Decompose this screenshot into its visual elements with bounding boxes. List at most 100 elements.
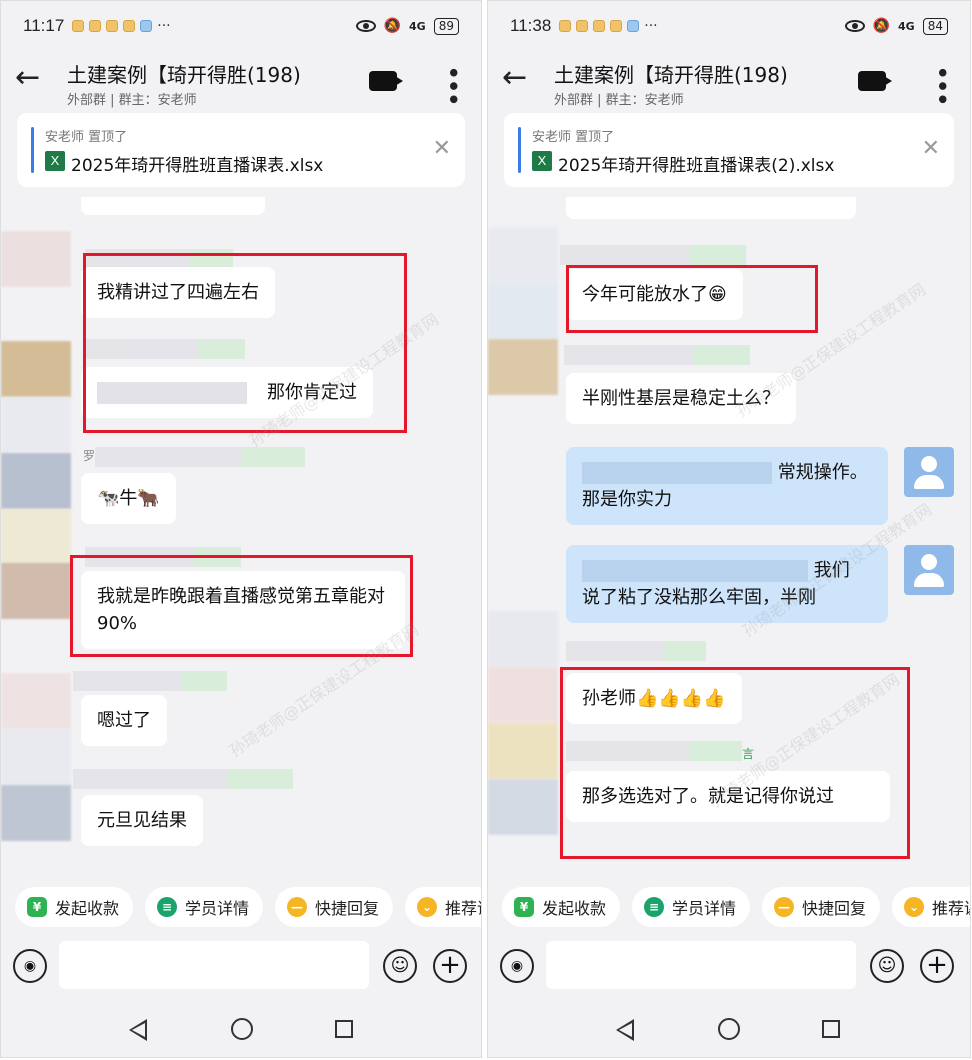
chat-bubble-icon: — [287,897,308,917]
status-bar: 11:17 ··· 🔕 4G 89 [1,1,481,51]
pinned-accent-bar [31,127,34,173]
pinned-by: 安老师 置顶了 [532,130,615,145]
chat-header: ← 土建案例【琦开得胜(198) 外部群 | 群主：安老师 ••• [1,51,481,111]
shield-yen-icon: ¥ [514,897,534,917]
voice-input-icon[interactable]: ◉ [500,949,534,983]
message-bubble[interactable]: 嗯过了 [81,695,167,746]
close-icon[interactable]: ✕ [922,138,940,160]
pinned-file-name[interactable]: 2025年琦开得胜班直播课表(2).xlsx [558,151,834,176]
sender-name-blurred [95,447,305,467]
sender-name-blurred [566,641,706,661]
collect-payment-button[interactable]: ¥ 发起收款 [15,887,134,927]
pinned-message-card[interactable]: 安老师 置顶了 X 2025年琦开得胜班直播课表.xlsx ✕ [17,113,465,187]
avatar[interactable] [1,453,71,509]
message-text: 常规操作。 [777,462,868,483]
blurred-text [582,462,772,484]
sender-name-blurred [564,345,750,365]
my-message-bubble[interactable]: 常规操作。 那是你实力 [566,447,888,525]
app-notification-icon [576,20,589,32]
app-notification-icon [559,20,572,32]
sender-name: 罗 [83,449,96,463]
left-phone-screenshot: 11:17 ··· 🔕 4G 89 ← 土建案例【琦开得胜(198) 外部群 |… [0,0,482,1058]
voice-input-icon[interactable]: ◉ [13,949,47,983]
back-arrow-icon[interactable]: ← [15,63,49,97]
app-notification-icon [610,20,623,32]
status-bar: 11:38 ··· 🔕 4G 84 [488,1,970,51]
message-bubble[interactable]: 半刚性基层是稳定土么？ [566,373,796,424]
nav-recents-icon[interactable] [335,1020,353,1038]
message-text: 半刚性基层是稳定土么？ [582,388,780,409]
avatar[interactable] [488,283,558,339]
blurred-text [582,560,808,582]
avatar[interactable] [1,231,71,287]
recommend-course-button[interactable]: ⌄ 推荐课 [892,887,970,927]
my-avatar[interactable] [904,447,954,497]
close-icon[interactable]: ✕ [433,138,451,160]
avatar[interactable] [1,785,71,841]
video-call-icon[interactable] [858,71,892,91]
pinned-file-name[interactable]: 2025年琦开得胜班直播课表.xlsx [71,151,323,176]
chip-label: 快捷回复 [802,899,867,918]
avatar[interactable] [488,779,558,835]
video-call-icon[interactable] [369,71,403,91]
avatar[interactable] [1,509,71,565]
avatar[interactable] [1,673,71,729]
message-bubble-partial[interactable] [566,197,856,219]
input-row: ◉ ☺ + [488,939,970,997]
chip-label: 推荐课 [445,899,481,918]
nav-recents-icon[interactable] [822,1020,840,1038]
message-list[interactable]: 今年可能放水了😁 半刚性基层是稳定土么？ 常规操作。 那是你实力 我们 说了粘了没粘… [488,197,970,873]
collect-payment-button[interactable]: ¥ 发起收款 [502,887,621,927]
nav-back-icon[interactable] [616,1019,634,1041]
quick-actions-bar: ¥ 发起收款 ≡ 学员详情 — 快捷回复 ⌄ 推荐课 [1,877,481,937]
group-subtitle: 外部群 | 群主：安老师 [554,93,684,108]
my-avatar[interactable] [904,545,954,595]
avatar[interactable] [488,611,558,667]
avatar[interactable] [488,723,558,779]
more-options-icon[interactable]: ••• [437,65,467,105]
avatar[interactable] [1,341,71,397]
pinned-message-card[interactable]: 安老师 置顶了 X 2025年琦开得胜班直播课表(2).xlsx ✕ [504,113,954,187]
sender-name-blurred [73,671,227,691]
chip-label: 学员详情 [185,899,250,918]
emoji-icon[interactable]: ☺ [870,949,904,983]
status-more: ··· [644,18,658,34]
message-input[interactable] [59,941,369,989]
message-input[interactable] [546,941,856,989]
student-details-button[interactable]: ≡ 学员详情 [632,887,751,927]
input-row: ◉ ☺ + [1,939,481,997]
emoji-icon[interactable]: ☺ [383,949,417,983]
message-bubble[interactable]: 元旦见结果 [81,795,203,846]
quick-reply-button[interactable]: — 快捷回复 [275,887,394,927]
more-options-icon[interactable]: ••• [926,65,956,105]
right-phone-screenshot: 11:38 ··· 🔕 4G 84 ← 土建案例【琦开得胜(198) 外部群 |… [487,0,971,1058]
shield-yen-icon: ¥ [27,897,47,917]
avatar[interactable] [1,729,71,785]
status-time: 11:17 [23,16,65,35]
avatar[interactable] [488,667,558,723]
message-bubble[interactable]: 🐄牛🐂 [81,473,176,524]
nav-home-icon[interactable] [231,1018,253,1040]
highlight-box [560,667,910,859]
nav-back-icon[interactable] [129,1019,147,1041]
back-arrow-icon[interactable]: ← [502,63,536,97]
avatar[interactable] [1,397,71,453]
avatar[interactable] [488,339,558,395]
avatar[interactable] [488,227,558,283]
notification-icons [72,20,153,32]
student-details-button[interactable]: ≡ 学员详情 [145,887,264,927]
plus-icon[interactable]: + [920,949,954,983]
highlight-box [70,555,413,657]
plus-icon[interactable]: + [433,949,467,983]
message-text: 说了粘了没粘那么牢固，半刚 [582,587,816,608]
status-time: 11:38 [510,16,552,35]
message-list[interactable]: 我精讲过了四遍左右 那你肯定过 罗 🐄牛🐂 我就是昨晚跟着直播感觉第五章能对90… [1,197,481,873]
mute-bell-icon: 🔕 [872,18,891,34]
message-bubble-partial[interactable] [81,197,265,215]
my-message-bubble[interactable]: 我们 说了粘了没粘那么牢固，半刚 [566,545,888,623]
quick-reply-button[interactable]: — 快捷回复 [762,887,881,927]
recommend-course-button[interactable]: ⌄ 推荐课 [405,887,481,927]
chip-label: 发起收款 [55,899,120,918]
nav-home-icon[interactable] [718,1018,740,1040]
avatar[interactable] [1,563,71,619]
